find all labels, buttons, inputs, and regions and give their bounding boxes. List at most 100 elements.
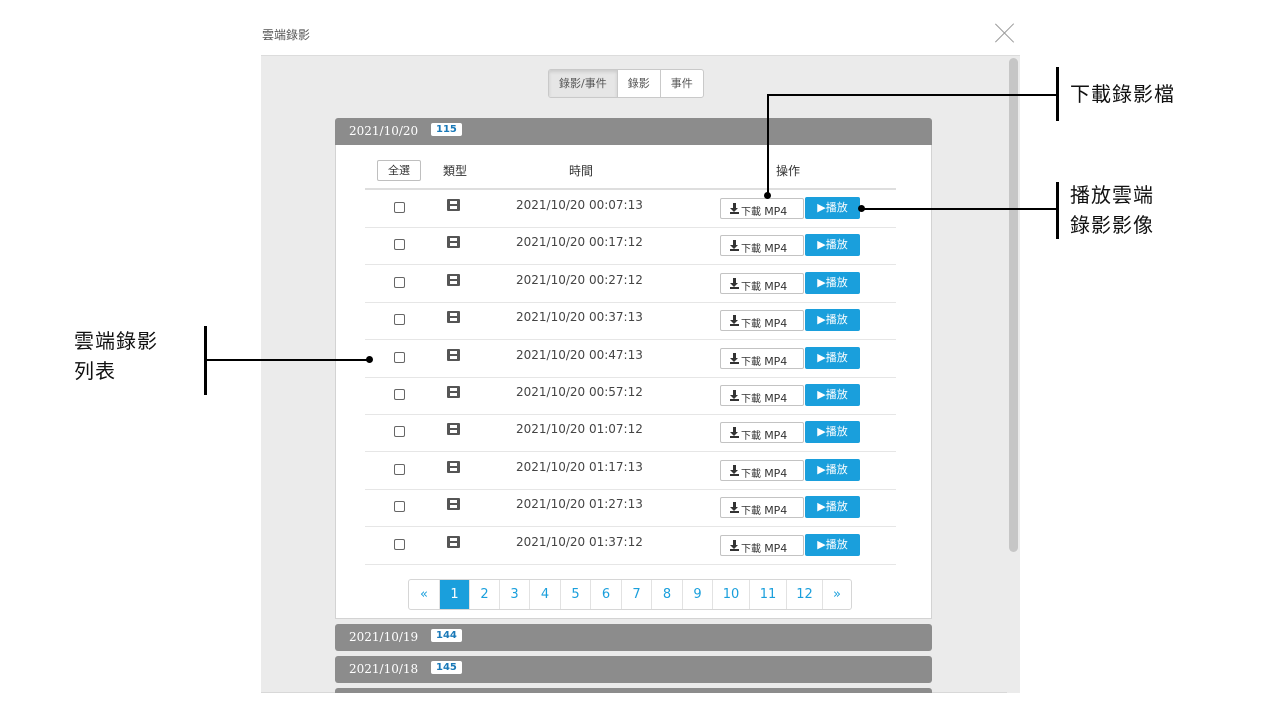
download-mp4-button[interactable]: 下載 MP4: [720, 497, 804, 519]
row-checkbox[interactable]: [394, 501, 405, 513]
download-label: 下載: [741, 281, 761, 293]
film-icon: [447, 386, 460, 398]
column-header-time: 時間: [569, 164, 594, 178]
scrollbar-thumb[interactable]: [1009, 58, 1018, 552]
date-group-header[interactable]: 2021/10/19 144: [335, 624, 932, 651]
pagination-page[interactable]: 4: [529, 580, 560, 609]
play-button[interactable]: ▶播放: [805, 197, 860, 219]
select-all-button[interactable]: 全選: [377, 160, 421, 181]
download-mp4-button[interactable]: 下載 MP4: [720, 347, 804, 369]
film-icon: [447, 236, 460, 249]
download-format: MP4: [764, 504, 788, 518]
pagination-page[interactable]: 5: [560, 580, 590, 609]
play-button[interactable]: ▶播放: [805, 309, 860, 332]
callout-play-dot: [858, 205, 865, 212]
table-header: 全選 類型 時間 操作: [365, 152, 896, 190]
download-mp4-button[interactable]: 下載 MP4: [720, 272, 804, 294]
row-checkbox[interactable]: [394, 389, 405, 400]
film-icon: [447, 311, 460, 324]
download-label: 下載: [741, 244, 761, 256]
date-group-header[interactable]: 2021/10/20 115: [335, 118, 932, 145]
row-time: 2021/10/20 00:37:13: [516, 310, 643, 325]
row-checkbox[interactable]: [394, 276, 405, 288]
group-date: 2021/10/20: [349, 124, 419, 138]
row-checkbox[interactable]: [394, 426, 405, 438]
table-row: 2021/10/20 01:07:12 下載 MP4 ▶播放: [365, 414, 896, 453]
download-label: 下載: [741, 431, 761, 443]
download-mp4-button[interactable]: 下載 MP4: [720, 198, 804, 219]
download-mp4-button[interactable]: 下載 MP4: [720, 310, 804, 332]
download-format: MP4: [764, 279, 788, 293]
pagination-page[interactable]: 9: [682, 580, 712, 609]
row-checkbox[interactable]: [394, 314, 405, 326]
callout-play-line2: 錄影影像: [1070, 213, 1154, 237]
play-button[interactable]: ▶播放: [805, 421, 860, 444]
date-group-header[interactable]: 2021/10/18 145: [335, 656, 932, 683]
download-icon: [730, 315, 739, 327]
pagination-page[interactable]: 3: [499, 580, 529, 609]
pagination-page[interactable]: 2: [469, 580, 499, 609]
table-row: 2021/10/20 01:37:12 下載 MP4 ▶播放: [365, 527, 896, 565]
tab-event[interactable]: 事件: [659, 70, 703, 97]
play-button[interactable]: ▶播放: [805, 234, 860, 257]
group-count-badge: 144: [431, 629, 462, 642]
pagination: « 1 2 3 4 5 6 7 8 9 10 11 12 »: [408, 579, 852, 610]
download-label: 下載: [741, 543, 761, 555]
dialog-title: 雲端錄影: [262, 28, 311, 42]
download-label: 下載: [741, 506, 761, 518]
download-mp4-button[interactable]: 下載 MP4: [720, 459, 804, 481]
pagination-next[interactable]: »: [822, 580, 851, 609]
play-button[interactable]: ▶播放: [805, 346, 860, 369]
row-checkbox[interactable]: [394, 351, 405, 363]
pagination-page[interactable]: 11: [749, 580, 786, 609]
pagination-page[interactable]: 8: [651, 580, 682, 609]
download-format: MP4: [764, 541, 788, 555]
tab-recording-event[interactable]: 錄影/事件: [549, 70, 617, 97]
pagination-page[interactable]: 1: [439, 580, 469, 609]
callout-list-line1: 雲端錄影: [74, 329, 158, 353]
download-label: 下載: [741, 356, 761, 368]
play-button[interactable]: ▶播放: [805, 496, 860, 519]
row-checkbox[interactable]: [394, 463, 405, 475]
play-button[interactable]: ▶播放: [805, 271, 860, 294]
table-row: 2021/10/20 00:47:13 下載 MP4 ▶播放: [365, 340, 896, 378]
download-format: MP4: [764, 205, 788, 218]
download-icon: [730, 427, 739, 439]
play-button[interactable]: ▶播放: [805, 458, 860, 481]
callout-play-line1: 播放雲端: [1070, 183, 1154, 207]
callout-list-dot: [366, 356, 373, 363]
pagination-page[interactable]: 7: [621, 580, 651, 609]
download-mp4-button[interactable]: 下載 MP4: [720, 235, 804, 257]
download-format: MP4: [764, 317, 788, 331]
pagination-page[interactable]: 10: [712, 580, 749, 609]
table-row: 2021/10/20 01:27:13 下載 MP4 ▶播放: [365, 489, 896, 528]
row-checkbox[interactable]: [394, 538, 405, 550]
row-checkbox[interactable]: [394, 202, 405, 213]
download-format: MP4: [764, 466, 788, 480]
pagination-page[interactable]: 6: [590, 580, 621, 609]
date-group-header-partial[interactable]: [335, 688, 932, 693]
film-icon: [447, 535, 460, 548]
callout-list-bar: [204, 326, 207, 395]
download-icon: [730, 277, 739, 289]
download-icon: [730, 390, 739, 401]
play-button[interactable]: ▶播放: [805, 533, 860, 556]
tab-recording[interactable]: 錄影: [616, 70, 660, 97]
film-icon: [447, 460, 460, 473]
play-button[interactable]: ▶播放: [805, 384, 860, 406]
pagination-page[interactable]: 12: [786, 580, 822, 609]
close-icon[interactable]: [994, 22, 1016, 44]
group-count-badge: 115: [431, 123, 462, 136]
film-icon: [447, 423, 460, 436]
film-icon: [447, 273, 460, 286]
row-checkbox[interactable]: [394, 239, 405, 251]
group-count-badge: 145: [431, 661, 462, 674]
row-time: 2021/10/20 00:47:13: [516, 347, 643, 362]
download-mp4-button[interactable]: 下載 MP4: [720, 534, 804, 556]
download-icon: [730, 240, 739, 252]
download-mp4-button[interactable]: 下載 MP4: [720, 385, 804, 406]
table-row: 2021/10/20 00:17:12 下載 MP4 ▶播放: [365, 227, 896, 266]
row-time: 2021/10/20 00:27:12: [516, 272, 643, 287]
download-mp4-button[interactable]: 下載 MP4: [720, 422, 804, 444]
pagination-prev[interactable]: «: [409, 580, 439, 609]
